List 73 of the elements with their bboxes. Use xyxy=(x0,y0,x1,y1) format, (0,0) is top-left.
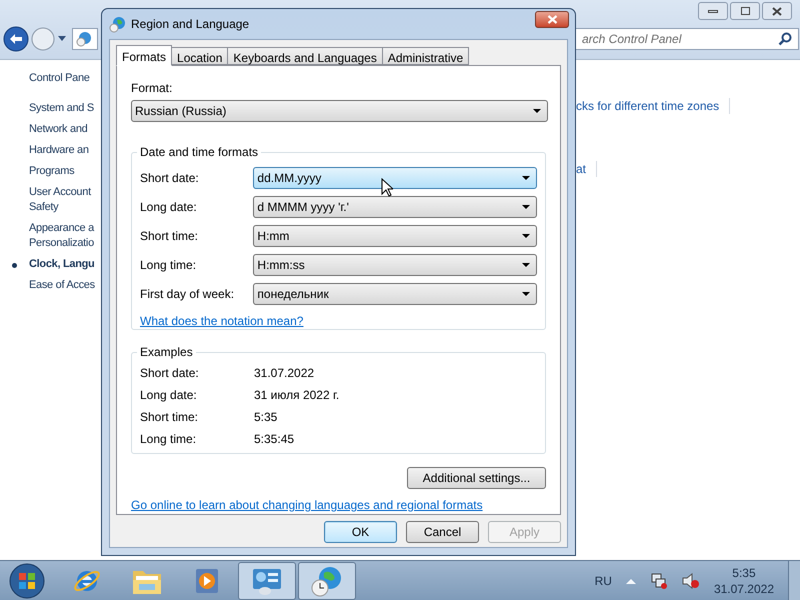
tab[interactable]: Administrative xyxy=(382,47,470,65)
minimize-button[interactable] xyxy=(698,2,728,20)
start-button[interactable] xyxy=(8,562,46,600)
tab[interactable]: Formats xyxy=(116,45,172,66)
taskbar-button[interactable] xyxy=(298,562,356,600)
dropdown[interactable]: Russian (Russia) xyxy=(131,100,548,122)
sidebar-link[interactable]: Clock, Langu xyxy=(29,257,101,272)
taskbar-button[interactable] xyxy=(238,562,296,600)
field-label: Long time: xyxy=(140,257,198,274)
control-panel-icon xyxy=(75,30,93,48)
dropdown-arrow-icon xyxy=(522,205,530,209)
mouse-cursor-icon xyxy=(381,178,393,197)
dialog-title: Region and Language xyxy=(131,16,250,33)
sidebar-link[interactable]: Ease of Acces xyxy=(29,278,101,293)
dialog-button[interactable]: Cancel xyxy=(406,521,479,543)
dropdown[interactable]: dd.MM.yyyy xyxy=(253,167,537,189)
online-link[interactable]: Go online to learn about changing languages and regional formats xyxy=(131,496,483,514)
sidebar-link[interactable]: User Account Safety xyxy=(29,185,101,215)
tab[interactable]: Keyboards and Languages xyxy=(227,47,383,65)
close-icon xyxy=(772,6,782,16)
dropdown-arrow-icon xyxy=(522,176,530,180)
history-dropdown-icon[interactable] xyxy=(57,36,67,42)
dropdown-arrow-icon xyxy=(522,263,530,267)
link[interactable]: cks for different time zones xyxy=(576,97,720,115)
close-icon xyxy=(546,14,558,24)
dropdown[interactable]: H:mm:ss xyxy=(253,254,537,276)
help-link[interactable]: What does the notation mean? xyxy=(140,314,304,328)
back-icon[interactable] xyxy=(3,26,29,52)
network-icon[interactable] xyxy=(650,572,668,588)
sidebar-link[interactable]: Control Pane xyxy=(29,71,101,86)
additional-settings-button[interactable]: Additional settings... xyxy=(407,467,546,489)
field-label: Format: xyxy=(131,81,174,95)
media-player-icon xyxy=(194,566,220,594)
tab[interactable]: Location xyxy=(171,47,228,65)
clock[interactable]: 5:35 31.07.2022 xyxy=(714,564,774,596)
globe-clock-icon xyxy=(310,564,344,596)
dropdown[interactable]: H:mm xyxy=(253,225,537,247)
sidebar-link[interactable]: System and S xyxy=(29,101,101,116)
dialog-button[interactable]: OK xyxy=(324,521,397,543)
example-label: Short time: xyxy=(140,409,200,426)
field-label: Short time: xyxy=(140,228,200,245)
link[interactable]: at xyxy=(576,160,586,178)
dropdown-arrow-icon xyxy=(522,292,530,296)
dropdown[interactable]: d MMMM yyyy 'г.' xyxy=(253,196,537,218)
example-value: 5:35 xyxy=(254,409,278,426)
volume-muted-icon[interactable] xyxy=(682,572,700,588)
bullet-icon xyxy=(12,263,17,268)
dropdown[interactable]: понедельник xyxy=(253,283,537,305)
example-value: 31 июля 2022 г. xyxy=(254,387,340,404)
group-title: Date and time formats xyxy=(137,145,262,159)
sidebar-link[interactable]: Appearance a Personalizatio xyxy=(29,221,101,251)
sidebar-link[interactable]: Network and xyxy=(29,122,101,137)
sidebar-link[interactable]: Hardware an xyxy=(29,143,101,158)
dropdown-arrow-icon xyxy=(533,109,541,113)
example-label: Long date: xyxy=(140,387,198,404)
example-value: 5:35:45 xyxy=(254,431,294,448)
address-bar[interactable] xyxy=(72,28,98,50)
close-button[interactable] xyxy=(535,10,569,28)
close-button[interactable] xyxy=(762,2,792,20)
dropdown-arrow-icon xyxy=(522,234,530,238)
field-label: First day of week: xyxy=(140,286,236,303)
field-label: Long date: xyxy=(140,199,198,216)
example-label: Long time: xyxy=(140,431,198,448)
language-indicator[interactable]: RU xyxy=(594,572,612,590)
example-label: Short date: xyxy=(140,365,200,382)
search-icon xyxy=(778,32,792,46)
group-title: Examples xyxy=(137,345,196,359)
restore-button[interactable] xyxy=(730,2,760,20)
example-value: 31.07.2022 xyxy=(254,365,314,382)
globe-clock-icon xyxy=(109,16,126,32)
field-label: Short date: xyxy=(140,170,200,187)
search-field[interactable]: arch Control Panel xyxy=(575,28,799,50)
sidebar-link[interactable]: Programs xyxy=(29,164,101,179)
